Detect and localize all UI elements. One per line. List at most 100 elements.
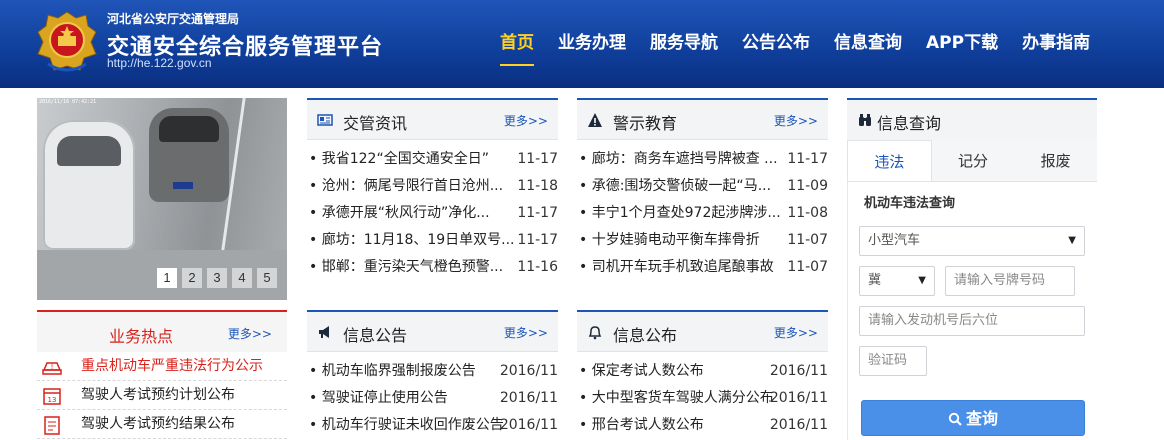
nav-announcement[interactable]: 公告公布 <box>730 30 822 70</box>
form-label: 机动车违法查询 <box>864 196 956 211</box>
warning-title[interactable]: 承德:围场交警侦破一起“马... <box>592 173 787 200</box>
carousel-footer: 1 2 3 4 5 <box>37 250 287 300</box>
nav-app-download[interactable]: APP下载 <box>914 30 1010 70</box>
vehicle-type-value: 小型汽车 <box>868 233 921 248</box>
warning-date: 11-08 <box>787 205 828 221</box>
engine-number-input[interactable]: 请输入发动机号后六位 <box>859 306 1085 336</box>
chevron-down-icon: ▼ <box>918 275 926 286</box>
warning-panel: 警示教育 更多>> • 廊坊：商务车遮挡号牌被查 ... 11-17 • 承德:围… <box>577 98 828 281</box>
nav-home[interactable]: 首页 <box>488 30 546 70</box>
publish-date: 2016/11 <box>769 417 828 433</box>
binoculars-icon <box>859 114 871 126</box>
news-title[interactable]: 沧州：俩尾号限行首日沧州... <box>322 173 517 200</box>
car-window <box>57 136 121 166</box>
org-name: 河北省公安厅交通管理局 <box>107 12 240 26</box>
publish-panel-title: 信息公布 <box>613 326 678 345</box>
nav-info-query[interactable]: 信息查询 <box>822 30 914 70</box>
list-item[interactable]: • 廊坊：11月18、19日单双号... 11-17 <box>307 227 558 254</box>
news-panel-title: 交管资讯 <box>343 114 408 133</box>
warning-title[interactable]: 丰宁1个月查处972起涉牌涉... <box>592 200 787 227</box>
carousel-page-5[interactable]: 5 <box>257 268 277 288</box>
notice-date: 2016/11 <box>499 390 558 406</box>
list-item[interactable]: 驾驶人考试预约结果公布 <box>37 410 287 439</box>
news-date: 11-17 <box>517 205 558 221</box>
warning-panel-title: 警示教育 <box>613 114 678 133</box>
warning-title[interactable]: 司机开车玩手机致追尾酿事故 <box>592 254 787 281</box>
warning-date: 11-09 <box>787 178 828 194</box>
hot-business-panel: 业务热点 更多>> ! 重点机动车严重违法行为公示 13 驾驶人考试预约计划公布… <box>37 310 287 439</box>
list-item[interactable]: 13 驾驶人考试预约计划公布 <box>37 381 287 410</box>
tab-scrap[interactable]: 报废 <box>1014 140 1097 181</box>
gray-car <box>149 108 229 202</box>
list-item[interactable]: • 保定考试人数公布 2016/11 <box>577 358 828 385</box>
carousel-page-2[interactable]: 2 <box>182 268 202 288</box>
list-item[interactable]: • 驾驶证停止使用公告 2016/11 <box>307 385 558 412</box>
warning-title[interactable]: 廊坊：商务车遮挡号牌被查 ... <box>592 146 787 173</box>
image-carousel[interactable]: 2016/11/16 07:42:21 1 2 3 4 5 <box>37 98 287 300</box>
list-item[interactable]: • 沧州：俩尾号限行首日沧州... 11-18 <box>307 173 558 200</box>
list-item[interactable]: • 承德开展“秋风行动”净化... 11-17 <box>307 200 558 227</box>
query-button[interactable]: 查询 <box>861 400 1085 436</box>
news-title[interactable]: 廊坊：11月18、19日单双号... <box>322 227 517 254</box>
publish-title[interactable]: 保定考试人数公布 <box>592 358 780 385</box>
carousel-page-4[interactable]: 4 <box>232 268 252 288</box>
list-item[interactable]: ! 重点机动车严重违法行为公示 <box>37 352 287 381</box>
list-item[interactable]: • 邢台考试人数公布 2016/11 <box>577 412 828 439</box>
captcha-input[interactable]: 验证码 <box>859 346 927 376</box>
list-item[interactable]: • 我省122“全国交通安全日” 11-17 <box>307 146 558 173</box>
tab-points[interactable]: 记分 <box>932 140 1015 181</box>
notice-more-link[interactable]: 更多>> <box>504 324 548 341</box>
vehicle-type-select[interactable]: 小型汽车 ▼ <box>859 226 1085 256</box>
query-panel-title: 信息查询 <box>877 114 942 133</box>
province-value: 冀 <box>868 273 882 288</box>
list-item[interactable]: • 机动车临界强制报废公告 2016/11 <box>307 358 558 385</box>
carousel-photo[interactable]: 2016/11/16 07:42:21 <box>37 98 287 250</box>
svg-text:!: ! <box>51 363 54 371</box>
query-button-label: 查询 <box>965 409 998 428</box>
list-item[interactable]: • 机动车行驶证未收回作废公告 2016/11 <box>307 412 558 439</box>
nav-guide[interactable]: 办事指南 <box>1010 30 1102 70</box>
hot-item-label[interactable]: 驾驶人考试预约结果公布 <box>81 416 235 432</box>
site-header: 河北省公安厅交通管理局 交通安全综合服务管理平台 http://he.122.g… <box>0 0 1164 88</box>
warning-triangle-icon <box>588 113 602 127</box>
news-panel-header: 交管资讯 更多>> <box>307 98 558 140</box>
notice-date: 2016/11 <box>499 417 558 433</box>
info-query-panel: 信息查询 违法 记分 报废 机动车违法查询 小型汽车 ▼ 冀 ▼ 请输入号牌号码… <box>847 98 1097 440</box>
query-tabs: 违法 记分 报废 <box>847 140 1097 182</box>
list-item[interactable]: • 邯郸：重污染天气橙色预警... 11-16 <box>307 254 558 281</box>
hot-item-label[interactable]: 驾驶人考试预约计划公布 <box>81 387 235 403</box>
tab-violation[interactable]: 违法 <box>847 140 932 181</box>
publish-title[interactable]: 大中型客货车驾驶人满分公布 <box>592 385 780 412</box>
news-title[interactable]: 承德开展“秋风行动”净化... <box>322 200 517 227</box>
publish-more-link[interactable]: 更多>> <box>774 324 818 341</box>
notice-panel: 信息公告 更多>> • 机动车临界强制报废公告 2016/11 • 驾驶证停止使用… <box>307 310 558 439</box>
province-select[interactable]: 冀 ▼ <box>859 266 935 296</box>
list-item[interactable]: • 十岁娃骑电动平衡车摔骨折 11-07 <box>577 227 828 254</box>
news-more-link[interactable]: 更多>> <box>504 112 548 129</box>
notice-title[interactable]: 驾驶证停止使用公告 <box>322 385 510 412</box>
warning-more-link[interactable]: 更多>> <box>774 112 818 129</box>
hot-more-link[interactable]: 更多>> <box>228 325 272 342</box>
nav-service[interactable]: 服务导航 <box>638 30 730 70</box>
hot-list: ! 重点机动车严重违法行为公示 13 驾驶人考试预约计划公布 驾驶人考试预约结果… <box>37 352 287 439</box>
bell-icon <box>588 326 602 340</box>
list-item[interactable]: • 廊坊：商务车遮挡号牌被查 ... 11-17 <box>577 146 828 173</box>
publish-title[interactable]: 邢台考试人数公布 <box>592 412 780 439</box>
list-item[interactable]: • 大中型客货车驾驶人满分公布 2016/11 <box>577 385 828 412</box>
carousel-page-3[interactable]: 3 <box>207 268 227 288</box>
nav-business[interactable]: 业务办理 <box>546 30 638 70</box>
list-item[interactable]: • 司机开车玩手机致追尾酿事故 11-07 <box>577 254 828 281</box>
news-title[interactable]: 我省122“全国交通安全日” <box>322 146 517 173</box>
megaphone-icon <box>319 326 329 338</box>
notice-title[interactable]: 机动车临界强制报废公告 <box>322 358 510 385</box>
list-item[interactable]: • 承德:围场交警侦破一起“马... 11-09 <box>577 173 828 200</box>
carousel-page-1[interactable]: 1 <box>157 268 177 288</box>
plate-number-input[interactable]: 请输入号牌号码 <box>945 266 1075 296</box>
warning-title[interactable]: 十岁娃骑电动平衡车摔骨折 <box>592 227 787 254</box>
warning-date: 11-07 <box>787 232 828 248</box>
hot-item-label[interactable]: 重点机动车严重违法行为公示 <box>81 358 263 374</box>
notice-title[interactable]: 机动车行驶证未收回作废公告 <box>322 412 510 439</box>
news-title[interactable]: 邯郸：重污染天气橙色预警... <box>322 254 517 281</box>
news-date: 11-17 <box>517 232 558 248</box>
list-item[interactable]: • 丰宁1个月查处972起涉牌涉... 11-08 <box>577 200 828 227</box>
